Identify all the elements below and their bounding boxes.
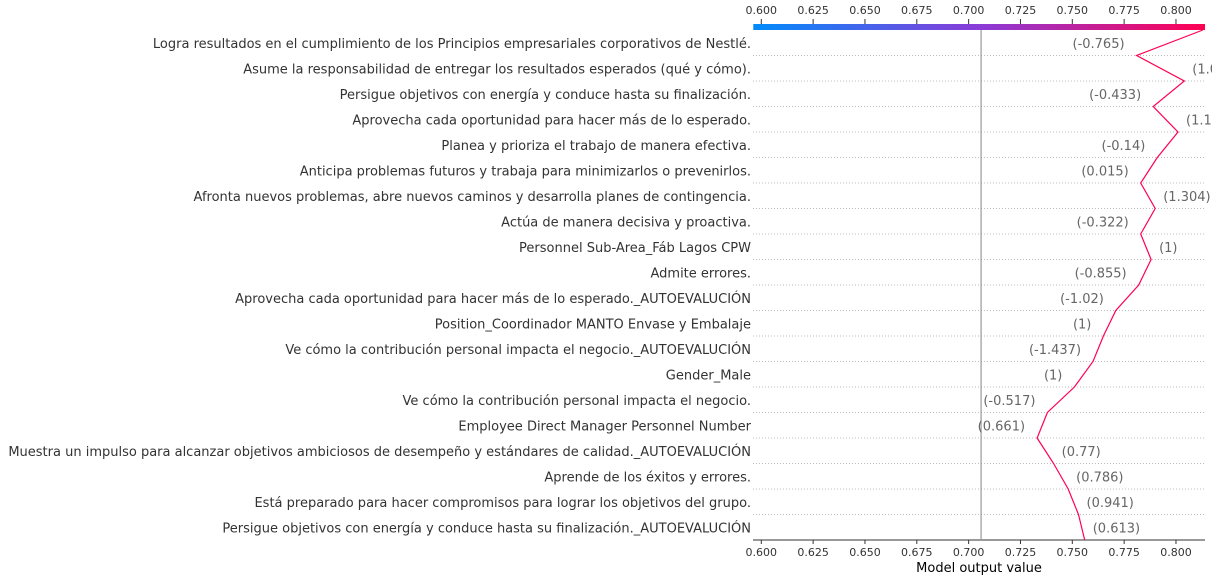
feature-label: Muestra un impulso para alcanzar objetiv…: [8, 444, 751, 460]
feature-gridlines: [753, 55, 1205, 515]
bottom-tick-label: 0.675: [901, 546, 933, 559]
feature-label: Aprovecha cada oportunidad para hacer má…: [235, 291, 751, 307]
feature-value-label: (1.143): [1186, 113, 1212, 128]
feature-label: Actúa de manera decisiva y proactiva.: [501, 215, 751, 230]
feature-label: Admite errores.: [650, 266, 751, 281]
top-tick-label: 0.700: [953, 4, 985, 17]
feature-value-label: (-1.02): [1060, 292, 1104, 307]
top-tick-label: 0.800: [1160, 4, 1192, 17]
top-tick-label: 0.625: [797, 4, 829, 17]
feature-value-label: (-1.437): [1029, 343, 1081, 358]
feature-value-label: (1): [1044, 368, 1062, 383]
top-tick-label: 0.650: [849, 4, 881, 17]
feature-label: Anticipa problemas futuros y trabaja par…: [300, 164, 751, 179]
feature-label: Ve cómo la contribución personal impacta…: [403, 394, 751, 409]
bottom-axis-ticks: 0.600 0.625 0.650 0.675 0.700 0.725 0.750 0.775…: [746, 540, 1192, 559]
top-tick-label: 0.725: [1005, 4, 1037, 17]
feature-value-label: (0.77): [1062, 445, 1101, 460]
feature-value-label: (1): [1159, 241, 1177, 256]
feature-label: Personnel Sub-Area_Fáb Lagos CPW: [519, 241, 751, 256]
feature-value-label: (0.015): [1081, 164, 1128, 179]
bottom-tick-label: 0.650: [849, 546, 881, 559]
feature-value-label: (-0.322): [1077, 215, 1129, 230]
feature-value-label: (-0.765): [1073, 37, 1125, 52]
bottom-tick-label: 0.700: [953, 546, 985, 559]
top-tick-label: 0.675: [901, 4, 933, 17]
feature-value-label: (1): [1073, 317, 1091, 332]
feature-label: Persigue objetivos con energía y conduce…: [340, 88, 751, 103]
feature-label: Está preparado para hacer compromisos pa…: [254, 496, 751, 511]
feature-label: Employee Direct Manager Personnel Number: [458, 419, 751, 434]
top-tick-label: 0.775: [1108, 4, 1140, 17]
bottom-tick-label: 0.625: [797, 546, 829, 559]
feature-label: Aprovecha cada oportunidad para hacer má…: [352, 113, 751, 128]
feature-value-label: (0.786): [1076, 470, 1123, 485]
feature-label: Planea y prioriza el trabajo de manera e…: [441, 139, 751, 154]
feature-value-label: (-0.517): [983, 394, 1035, 409]
top-tick-label: 0.750: [1057, 4, 1089, 17]
feature-value-label: (1.028): [1192, 62, 1212, 77]
feature-value-label: (0.661): [978, 419, 1025, 434]
bottom-tick-label: 0.775: [1108, 546, 1140, 559]
feature-label: Position_Coordinador MANTO Envase y Emba…: [435, 317, 751, 332]
top-tick-label: 0.600: [746, 4, 778, 17]
feature-label: Persigue objetivos con energía y conduce…: [222, 520, 751, 536]
feature-label: Aprende de los éxitos y errores.: [544, 470, 751, 485]
bottom-tick-label: 0.800: [1160, 546, 1192, 559]
bottom-tick-label: 0.750: [1057, 546, 1089, 559]
feature-label: Gender_Male: [666, 368, 751, 383]
colorbar: [753, 24, 1205, 30]
feature-value-label: (-0.14): [1102, 139, 1146, 154]
feature-value-label: (-0.855): [1075, 266, 1127, 281]
top-axis-ticks: 0.600 0.625 0.650 0.675 0.700 0.725 0.750 0.775…: [746, 4, 1192, 24]
feature-value-label: (0.941): [1087, 496, 1134, 511]
bottom-tick-label: 0.725: [1005, 546, 1037, 559]
bottom-tick-label: 0.600: [746, 546, 778, 559]
x-axis-label: Model output value: [916, 561, 1042, 576]
feature-value-labels: (-0.765) (1.028) (-0.433) (1.143) (-0.14) (0.…: [978, 37, 1212, 537]
feature-labels: Logra resultados en el cumplimiento de l…: [8, 37, 751, 537]
feature-label: Ve cómo la contribución personal impacta…: [285, 342, 751, 358]
feature-label: Logra resultados en el cumplimiento de l…: [153, 37, 751, 52]
feature-value-label: (1.304): [1163, 190, 1210, 205]
feature-value-label: (0.613): [1093, 521, 1140, 536]
feature-label: Asume la responsabilidad de entregar los…: [243, 62, 751, 77]
feature-value-label: (-0.433): [1089, 88, 1141, 103]
shap-decision-plot: 0.600 0.625 0.650 0.675 0.700 0.725 0.750 0.775…: [8, 4, 1212, 576]
feature-label: Afronta nuevos problemas, abre nuevos ca…: [194, 190, 751, 205]
